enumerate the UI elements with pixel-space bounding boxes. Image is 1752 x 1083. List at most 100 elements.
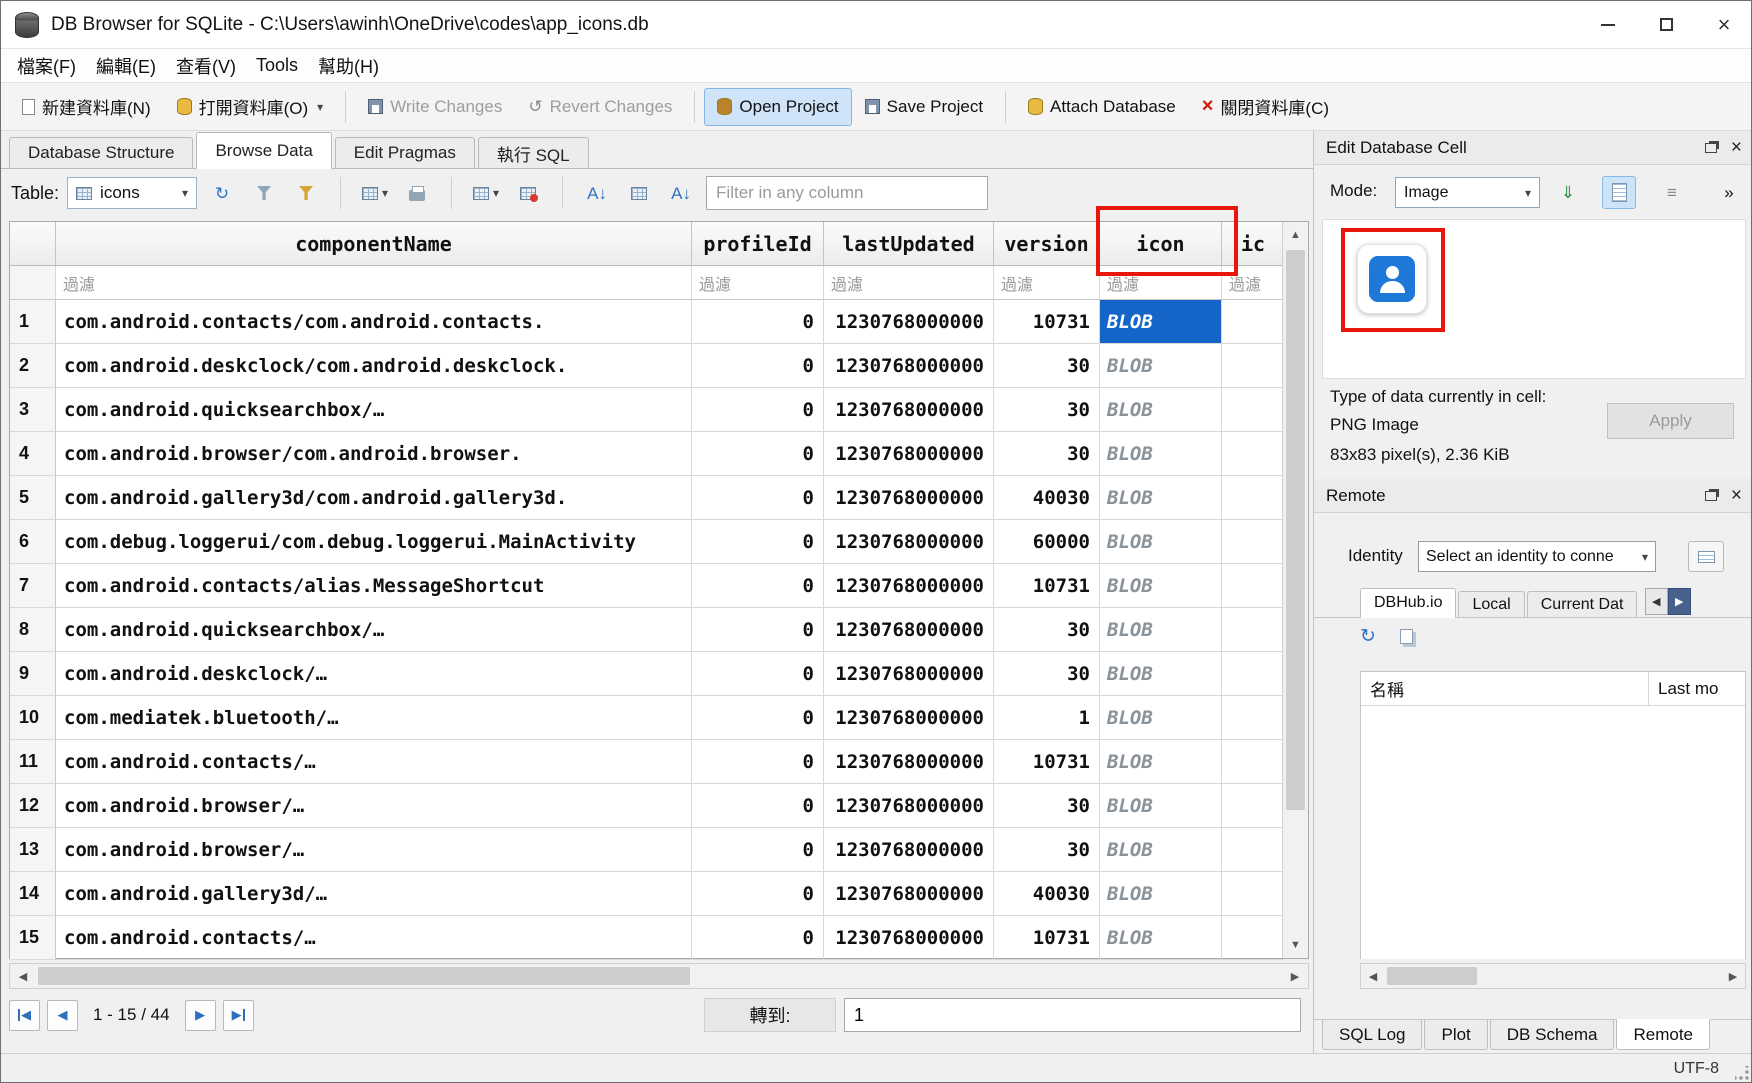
row-number[interactable]: 9 — [10, 652, 56, 696]
cell-extra[interactable] — [1222, 388, 1284, 432]
cell-version[interactable]: 10731 — [994, 740, 1100, 784]
apply-button[interactable]: Apply — [1607, 403, 1734, 439]
cell-profile[interactable]: 0 — [692, 520, 824, 564]
cell-extra[interactable] — [1222, 432, 1284, 476]
column-header-profileId[interactable]: profileId — [692, 222, 824, 265]
row-number[interactable]: 13 — [10, 828, 56, 872]
table-row[interactable]: 8com.android.quicksearchbox/…01230768000… — [10, 608, 1308, 652]
remote-column-name[interactable]: 名稱 — [1361, 672, 1649, 705]
display-format-button[interactable] — [622, 177, 656, 209]
cell-version[interactable]: 40030 — [994, 872, 1100, 916]
cell-extra[interactable] — [1222, 740, 1284, 784]
cell-extra[interactable] — [1222, 300, 1284, 344]
cell-icon[interactable]: BLOB — [1100, 740, 1222, 784]
cell-icon[interactable]: BLOB — [1100, 652, 1222, 696]
cell-component[interactable]: com.mediatek.bluetooth/… — [56, 696, 692, 740]
cell-component[interactable]: com.android.contacts/… — [56, 916, 692, 960]
horizontal-scrollbar[interactable]: ◀ ▶ — [9, 963, 1309, 989]
close-button[interactable]: × — [1695, 1, 1752, 48]
cell-updated[interactable]: 1230768000000 — [824, 652, 994, 696]
cell-profile[interactable]: 0 — [692, 652, 824, 696]
new-record-button[interactable]: ▾ — [469, 177, 503, 209]
previous-record-button[interactable]: ◀ — [47, 1000, 78, 1031]
cell-updated[interactable]: 1230768000000 — [824, 520, 994, 564]
save-filters-button[interactable] — [289, 177, 323, 209]
last-record-button[interactable]: ▶ — [223, 1000, 254, 1031]
table-row[interactable]: 10com.mediatek.bluetooth/…01230768000000… — [10, 696, 1308, 740]
identity-settings-button[interactable] — [1688, 541, 1724, 572]
cell-version[interactable]: 30 — [994, 652, 1100, 696]
cell-extra[interactable] — [1222, 696, 1284, 740]
remote-list-body[interactable] — [1361, 706, 1745, 959]
cell-updated[interactable]: 1230768000000 — [824, 740, 994, 784]
filter-profileId[interactable]: 過濾 — [692, 266, 824, 299]
column-header-partial[interactable]: ic — [1222, 222, 1284, 265]
cell-updated[interactable]: 1230768000000 — [824, 300, 994, 344]
cell-profile[interactable]: 0 — [692, 564, 824, 608]
cell-component[interactable]: com.android.quicksearchbox/… — [56, 388, 692, 432]
column-header-componentName[interactable]: componentName — [56, 222, 692, 265]
goto-button[interactable]: 轉到: — [704, 998, 836, 1032]
open-database-caret-icon[interactable]: ▾ — [317, 100, 323, 114]
table-row[interactable]: 12com.android.browser/…0123076800000030B… — [10, 784, 1308, 828]
mode-select[interactable]: Image ▾ — [1395, 177, 1540, 208]
delete-record-button[interactable] — [511, 177, 545, 209]
table-row[interactable]: 1com.android.contacts/com.android.contac… — [10, 300, 1308, 344]
dock-tab-remote[interactable]: Remote — [1616, 1019, 1710, 1050]
cell-profile[interactable]: 0 — [692, 740, 824, 784]
sort-ascending-button[interactable]: A↓ — [580, 177, 614, 209]
cell-component[interactable]: com.android.gallery3d/com.android.galler… — [56, 476, 692, 520]
row-number[interactable]: 5 — [10, 476, 56, 520]
cell-updated[interactable]: 1230768000000 — [824, 564, 994, 608]
cell-extra[interactable] — [1222, 476, 1284, 520]
scroll-down-icon[interactable]: ▼ — [1283, 932, 1308, 958]
cell-extra[interactable] — [1222, 344, 1284, 388]
row-number[interactable]: 8 — [10, 608, 56, 652]
row-number[interactable]: 12 — [10, 784, 56, 828]
cell-extra[interactable] — [1222, 916, 1284, 960]
cell-version[interactable]: 30 — [994, 432, 1100, 476]
cell-icon[interactable]: BLOB — [1100, 476, 1222, 520]
cell-updated[interactable]: 1230768000000 — [824, 476, 994, 520]
filter-partial[interactable]: 過濾 — [1222, 266, 1284, 299]
cell-version[interactable]: 30 — [994, 344, 1100, 388]
remote-refresh-icon[interactable]: ↻ — [1360, 627, 1376, 646]
clear-filters-button[interactable] — [247, 177, 281, 209]
cell-component[interactable]: com.android.quicksearchbox/… — [56, 608, 692, 652]
tab-scroll-right-button[interactable]: ▶ — [1668, 588, 1691, 615]
cell-icon[interactable]: BLOB — [1100, 916, 1222, 960]
open-database-button[interactable]: 打開資料庫(O) ▾ — [164, 88, 337, 126]
cell-profile[interactable]: 0 — [692, 916, 824, 960]
cell-version[interactable]: 30 — [994, 828, 1100, 872]
column-header-version[interactable]: version — [994, 222, 1100, 265]
panel-close-icon[interactable]: × — [1731, 138, 1742, 157]
cell-component[interactable]: com.android.contacts/com.android.contact… — [56, 300, 692, 344]
open-project-button[interactable]: Open Project — [704, 88, 851, 126]
row-number[interactable]: 11 — [10, 740, 56, 784]
cell-profile[interactable]: 0 — [692, 784, 824, 828]
global-filter-input[interactable] — [706, 176, 988, 210]
cell-profile[interactable]: 0 — [692, 828, 824, 872]
dock-tab-sql-log[interactable]: SQL Log — [1322, 1020, 1422, 1050]
table-row[interactable]: 7com.android.contacts/alias.MessageShort… — [10, 564, 1308, 608]
cell-profile[interactable]: 0 — [692, 476, 824, 520]
view-mode-button[interactable] — [1602, 176, 1636, 209]
import-data-button[interactable]: ⇓ — [1551, 176, 1585, 209]
cell-version[interactable]: 10731 — [994, 564, 1100, 608]
cell-component[interactable]: com.android.gallery3d/… — [56, 872, 692, 916]
cell-extra[interactable] — [1222, 564, 1284, 608]
table-row[interactable]: 5com.android.gallery3d/com.android.galle… — [10, 476, 1308, 520]
cell-icon[interactable]: BLOB — [1100, 344, 1222, 388]
table-row[interactable]: 4com.android.browser/com.android.browser… — [10, 432, 1308, 476]
menu-tools[interactable]: Tools — [246, 52, 308, 79]
cell-component[interactable]: com.android.deskclock/com.android.deskcl… — [56, 344, 692, 388]
tab-browse-data[interactable]: Browse Data — [196, 132, 331, 169]
scroll-right-icon[interactable]: ▶ — [1282, 964, 1308, 988]
column-header-icon[interactable]: icon — [1100, 222, 1222, 265]
cell-version[interactable]: 1 — [994, 696, 1100, 740]
revert-changes-button[interactable]: ↺ Revert Changes — [515, 88, 685, 126]
cell-updated[interactable]: 1230768000000 — [824, 872, 994, 916]
row-number[interactable]: 1 — [10, 300, 56, 344]
row-number[interactable]: 14 — [10, 872, 56, 916]
tab-dbhub[interactable]: DBHub.io — [1360, 588, 1456, 618]
